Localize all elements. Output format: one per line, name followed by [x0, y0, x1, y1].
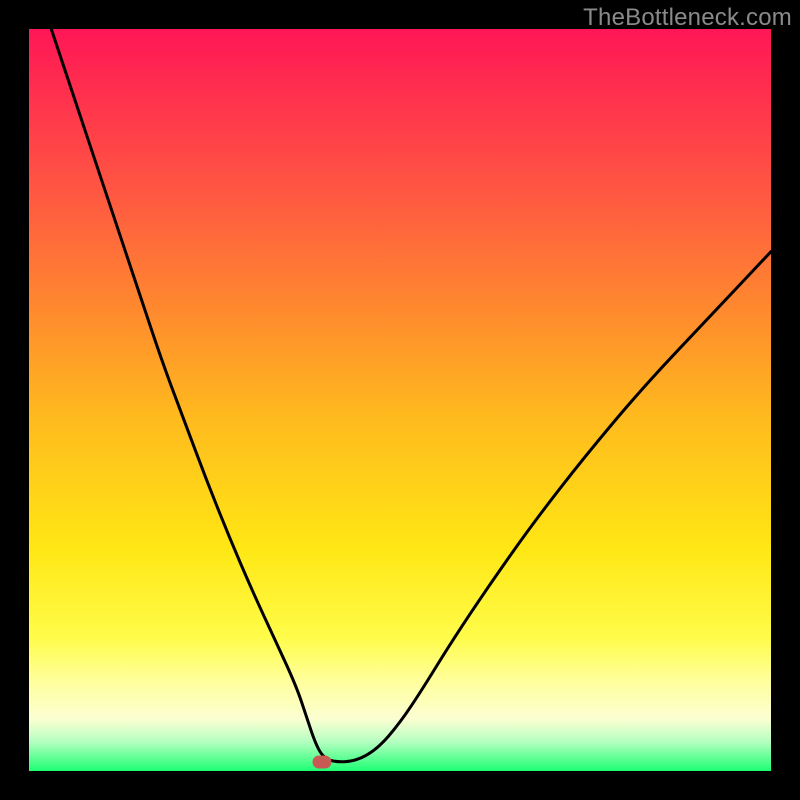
chart-frame: TheBottleneck.com: [0, 0, 800, 800]
bottleneck-curve: [29, 29, 771, 771]
plot-area: [29, 29, 771, 771]
watermark-text: TheBottleneck.com: [583, 4, 792, 32]
optimal-point-marker: [313, 756, 332, 769]
